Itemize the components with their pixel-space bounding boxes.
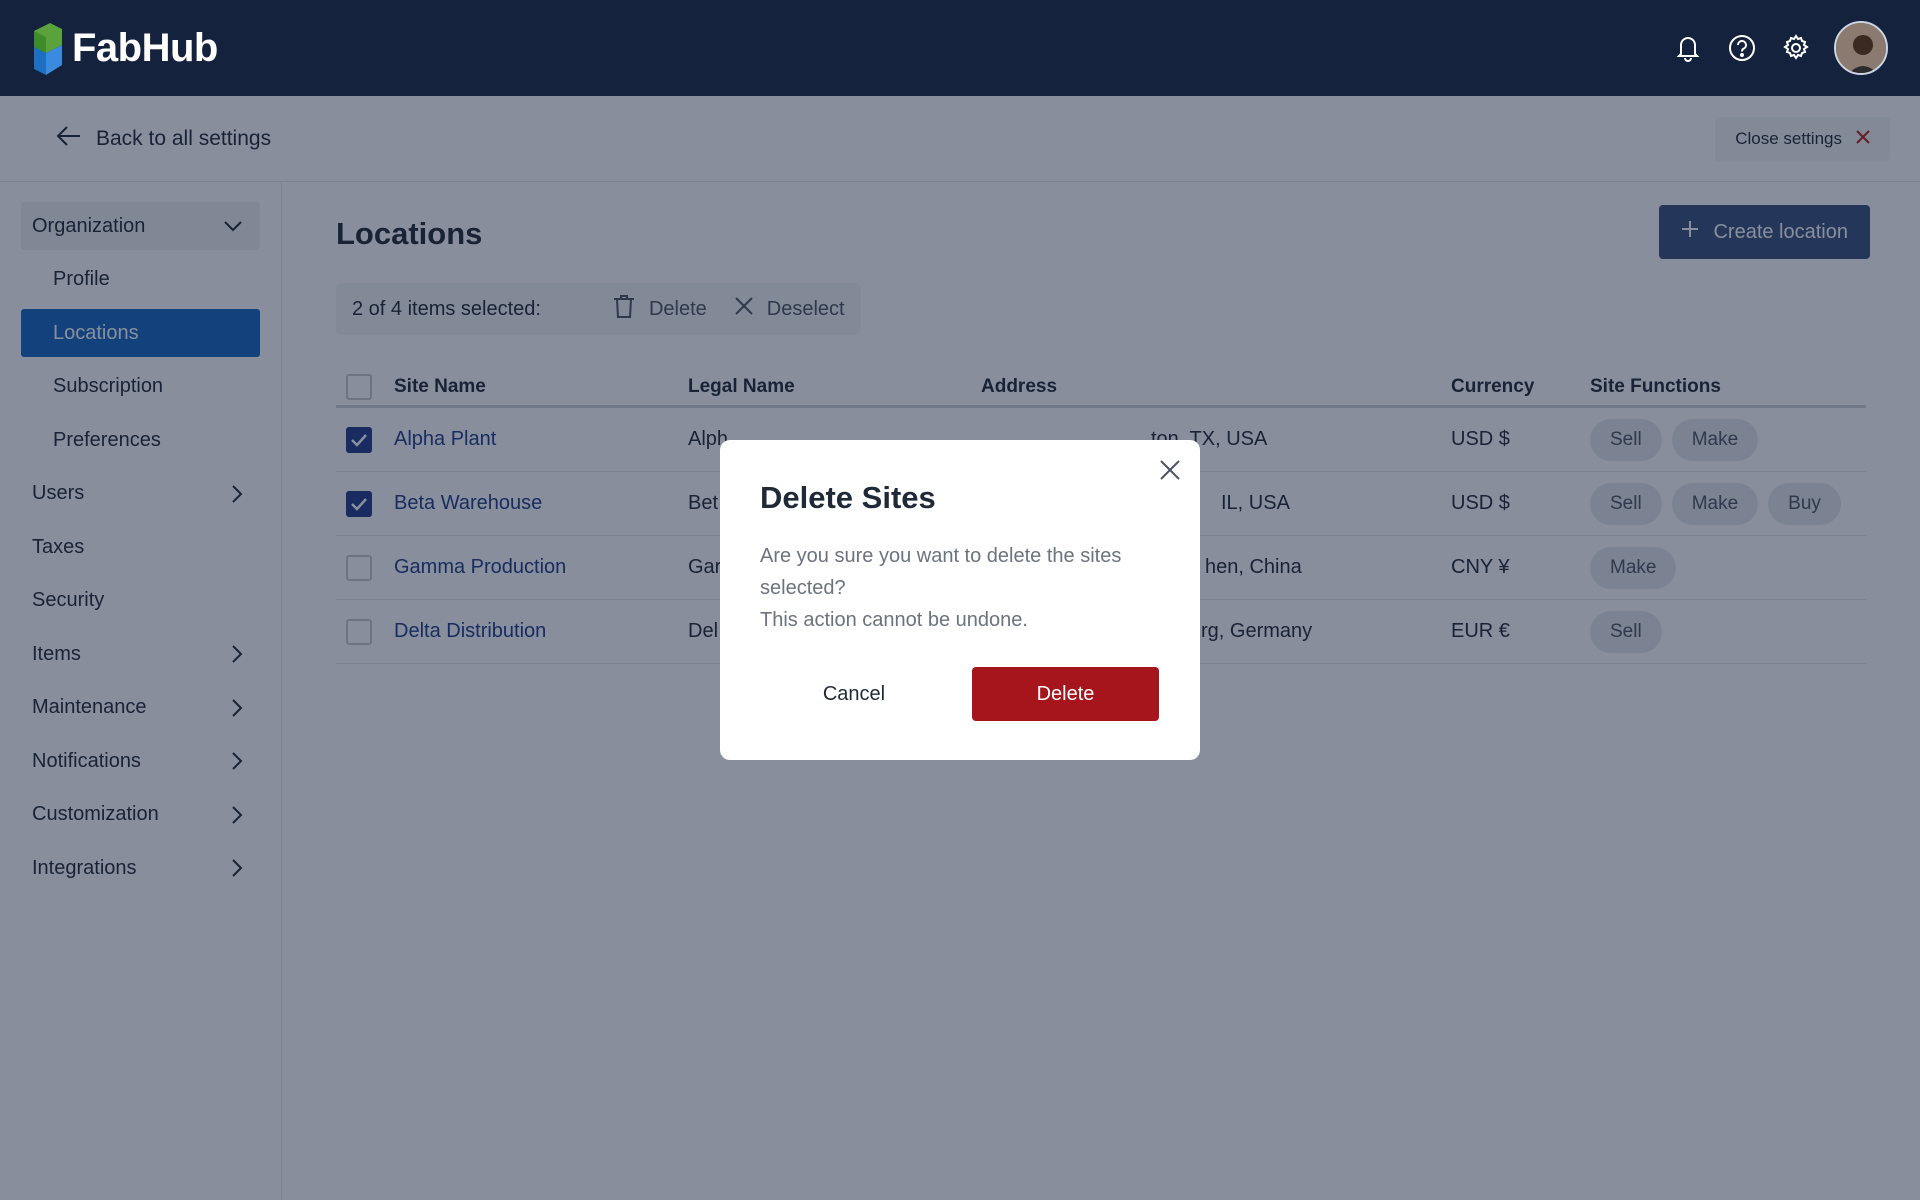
avatar[interactable] xyxy=(1834,21,1888,75)
top-navigation-bar: FabHub xyxy=(0,0,1920,96)
delete-sites-dialog: Delete Sites Are you sure you want to de… xyxy=(720,440,1200,760)
close-icon[interactable] xyxy=(1154,454,1186,486)
dialog-message: Are you sure you want to delete the site… xyxy=(760,540,1160,636)
dialog-title: Delete Sites xyxy=(760,480,936,515)
app-logo[interactable]: FabHub xyxy=(32,21,218,75)
cancel-button[interactable]: Cancel xyxy=(760,667,948,721)
gear-icon[interactable] xyxy=(1780,32,1812,64)
dialog-message-line: Are you sure you want to delete the site… xyxy=(760,545,1122,599)
dialog-warning-line: This action cannot be undone. xyxy=(760,609,1028,631)
fabhub-logo-icon xyxy=(32,21,62,75)
app-name: FabHub xyxy=(72,25,218,70)
confirm-delete-button[interactable]: Delete xyxy=(972,667,1159,721)
bell-icon[interactable] xyxy=(1672,32,1704,64)
help-icon[interactable] xyxy=(1726,32,1758,64)
